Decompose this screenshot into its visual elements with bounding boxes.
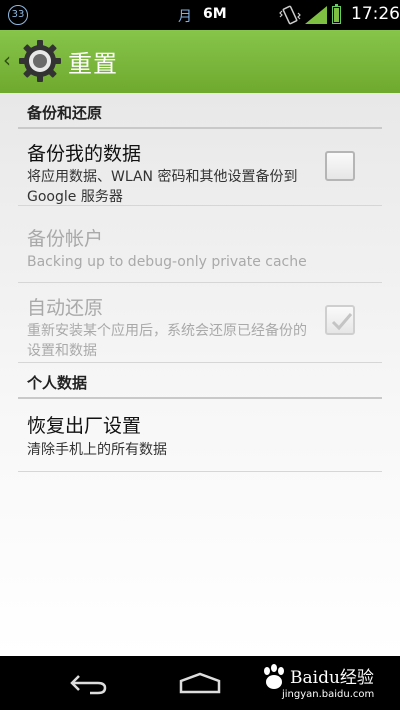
section-header-backup: 备份和还原: [18, 93, 382, 129]
watermark-url: jingyan.baidu.com: [282, 689, 375, 700]
pref-title: 恢复出厂设置: [27, 415, 142, 437]
section-header-label: 备份和还原: [27, 104, 103, 122]
pref-summary: 将应用数据、WLAN 密码和其他设置备份到 Google 服务器: [27, 169, 298, 205]
backup-data-checkbox[interactable]: [325, 151, 355, 181]
home-icon[interactable]: [179, 672, 221, 694]
calendar-icon: 月: [178, 9, 192, 25]
pref-factory-reset[interactable]: 恢复出厂设置 清除手机上的所有数据: [18, 399, 382, 472]
checkmark-icon: [331, 313, 353, 331]
baidu-paw-logo: [264, 664, 284, 689]
watermark-brand: Baidu经验: [290, 668, 374, 688]
navigation-bar: Baidu经验 jingyan.baidu.com: [0, 656, 400, 710]
pref-title: 自动还原: [27, 297, 104, 319]
notification-count-badge: 33: [8, 5, 28, 25]
vibrate-icon: [279, 5, 301, 25]
status-bar: 33 月 6M 17:26: [0, 0, 400, 30]
pref-auto-restore[interactable]: 自动还原 重新安装某个应用后，系统会还原已经备份的设置和数据: [18, 283, 382, 363]
pref-summary: 清除手机上的所有数据: [27, 442, 167, 458]
section-header-personal: 个人数据: [18, 363, 382, 399]
pref-backup-data[interactable]: 备份我的数据 将应用数据、WLAN 密码和其他设置备份到 Google 服务器: [18, 129, 382, 206]
status-time: 17:26: [351, 4, 400, 24]
pref-summary: 重新安装某个应用后，系统会还原已经备份的设置和数据: [27, 323, 307, 359]
signal-icon: [305, 6, 327, 24]
action-bar: ‹ 重置: [0, 30, 400, 93]
settings-gear-icon[interactable]: [16, 37, 64, 85]
pref-backup-account[interactable]: 备份帐户 Backing up to debug-only private ca…: [18, 206, 382, 283]
data-indicator: 6M: [203, 6, 227, 22]
pref-title: 备份帐户: [27, 228, 104, 250]
settings-list: 备份和还原 备份我的数据 将应用数据、WLAN 密码和其他设置备份到 Googl…: [0, 93, 400, 656]
section-header-label: 个人数据: [27, 374, 88, 392]
up-caret-icon[interactable]: ‹: [3, 48, 11, 72]
baidu-watermark: Baidu经验 jingyan.baidu.com: [260, 662, 398, 706]
pref-summary: Backing up to debug-only private cache: [27, 254, 307, 270]
page-title: 重置: [68, 50, 118, 78]
auto-restore-checkbox[interactable]: [325, 305, 355, 335]
pref-title: 备份我的数据: [27, 143, 142, 165]
battery-icon: [332, 4, 341, 24]
back-icon[interactable]: [70, 673, 108, 695]
